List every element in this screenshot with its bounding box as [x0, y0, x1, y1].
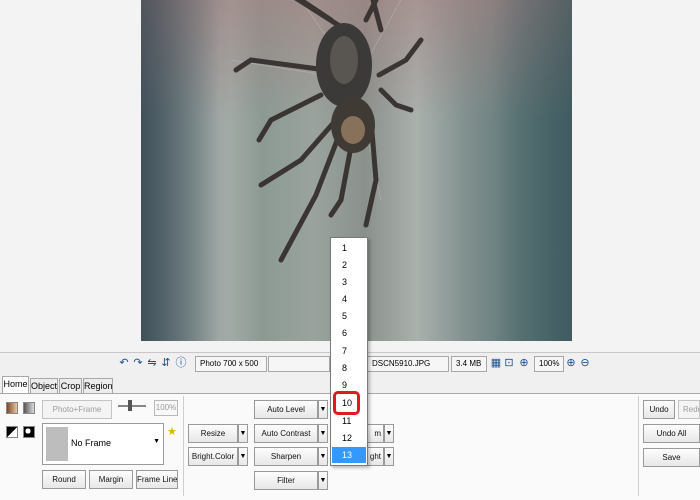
auto-level-button[interactable]: Auto Level — [254, 400, 318, 419]
resize-dropdown[interactable]: ▼ — [238, 424, 248, 443]
rotate-right-icon[interactable]: ↷ — [132, 357, 144, 369]
frame-zoom-field[interactable]: 100% — [154, 400, 178, 416]
invert-icon[interactable] — [6, 426, 18, 438]
frame-line-button[interactable]: Frame Line — [136, 470, 178, 489]
resize-button[interactable]: Resize — [188, 424, 238, 443]
chevron-down-icon[interactable]: ▼ — [153, 438, 160, 445]
fit-window-icon[interactable]: ⊡ — [503, 357, 515, 369]
list-item[interactable]: 12 — [332, 430, 366, 446]
file-name: DSCN5910.JPG — [367, 356, 449, 372]
frame-slider-thumb[interactable] — [128, 400, 132, 411]
auto-contrast-dropdown[interactable]: ▼ — [318, 424, 328, 443]
margin-button[interactable]: Margin — [89, 470, 133, 489]
grayscale-icon[interactable] — [23, 402, 35, 414]
list-item[interactable]: 8 — [332, 360, 366, 376]
flip-horizontal-icon[interactable]: ⇋ — [146, 357, 158, 369]
zoom-level: 100% — [534, 356, 564, 372]
list-item[interactable]: 5 — [332, 308, 366, 324]
flip-vertical-icon[interactable]: ⇵ — [160, 357, 172, 369]
auto-level-dropdown[interactable]: ▼ — [318, 400, 328, 419]
frame-thumbnail — [46, 427, 68, 461]
redo-button[interactable]: Redo — [678, 400, 700, 419]
list-item-selected[interactable]: 13 — [332, 447, 366, 463]
list-item[interactable]: 4 — [332, 291, 366, 307]
filter-button[interactable]: Filter — [254, 471, 318, 490]
group-divider-right — [638, 396, 639, 496]
partial-dropdown-1[interactable]: ▼ — [384, 424, 394, 443]
image-dimensions: Photo 700 x 500 — [195, 356, 267, 372]
highlight-annotation — [333, 391, 360, 415]
tab-crop[interactable]: Crop — [59, 378, 82, 393]
tab-object[interactable]: Object — [30, 378, 58, 393]
sharpen-button[interactable]: Sharpen — [254, 447, 318, 466]
color-tone-icon[interactable] — [6, 402, 18, 414]
rotate-left-icon[interactable]: ↶ — [118, 357, 130, 369]
zoom-actual-icon[interactable]: ⊕ — [518, 357, 530, 369]
list-item[interactable]: 1 — [332, 240, 366, 256]
status-blank-field — [268, 356, 330, 372]
sharpen-dropdown[interactable]: ▼ — [318, 447, 328, 466]
sharpen-level-list[interactable]: 1 2 3 4 5 6 7 8 9 10 11 12 13 — [330, 237, 368, 466]
frame-selector[interactable]: No Frame ▼ — [42, 423, 164, 465]
undo-all-button[interactable]: Undo All — [643, 424, 700, 443]
group-divider — [183, 396, 184, 496]
filter-dropdown[interactable]: ▼ — [318, 471, 328, 490]
frame-name: No Frame — [71, 438, 112, 448]
photo-frame-button[interactable]: Photo+Frame — [42, 400, 112, 419]
file-size: 3.4 MB — [451, 356, 487, 372]
list-item[interactable]: 3 — [332, 274, 366, 290]
frame-slider-track[interactable] — [118, 405, 146, 407]
bright-color-dropdown[interactable]: ▼ — [238, 447, 248, 466]
info-icon[interactable]: ⓘ — [175, 357, 187, 369]
zoom-out-icon[interactable]: ⊖ — [579, 357, 591, 369]
tab-region[interactable]: Region — [83, 378, 113, 393]
list-item[interactable]: 7 — [332, 343, 366, 359]
undo-button[interactable]: Undo — [643, 400, 675, 419]
list-item[interactable]: 2 — [332, 257, 366, 273]
levels-icon[interactable] — [23, 426, 35, 438]
favorite-star-icon[interactable]: ★ — [167, 425, 177, 438]
transparency-icon[interactable]: ▦ — [490, 357, 502, 369]
list-item[interactable]: 11 — [332, 413, 366, 429]
tab-home[interactable]: Home — [2, 376, 29, 394]
zoom-in-icon[interactable]: ⊕ — [565, 357, 577, 369]
list-item[interactable]: 6 — [332, 325, 366, 341]
bright-color-button[interactable]: Bright.Color — [188, 447, 238, 466]
auto-contrast-button[interactable]: Auto Contrast — [254, 424, 318, 443]
save-button[interactable]: Save — [643, 448, 700, 467]
round-button[interactable]: Round — [42, 470, 86, 489]
partial-dropdown-2[interactable]: ▼ — [384, 447, 394, 466]
